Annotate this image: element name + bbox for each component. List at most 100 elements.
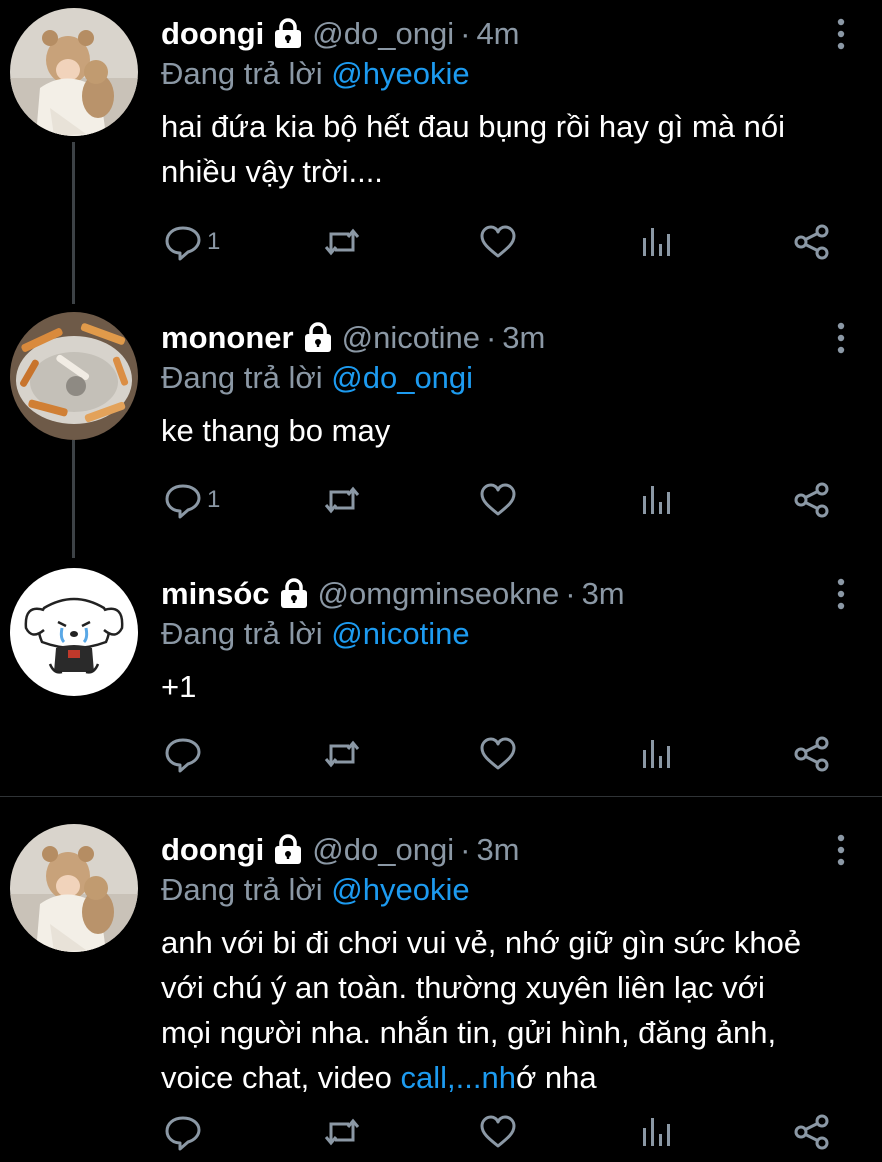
user-handle[interactable]: @do_ongi — [312, 832, 454, 868]
reply-button[interactable] — [163, 1112, 203, 1152]
tweet-text: +1 — [161, 669, 197, 704]
tweet[interactable]: mononer @nicotine · 3m Đang trả lời @do_… — [0, 304, 882, 554]
replying-to-label: Đang trả lời — [161, 872, 323, 907]
heart-icon — [480, 225, 516, 258]
analytics-button[interactable] — [636, 1112, 676, 1152]
like-button[interactable] — [478, 480, 518, 520]
tweet-divider — [0, 796, 882, 797]
user-handle[interactable]: @nicotine — [342, 320, 480, 356]
avatar[interactable] — [10, 312, 138, 440]
action-bar — [0, 734, 882, 774]
more-options-button[interactable] — [826, 318, 856, 358]
tweet-header: minsóc @omgminseokne · 3m — [161, 574, 625, 614]
analytics-button[interactable] — [636, 222, 676, 262]
tweet[interactable]: doongi @do_ongi · 3m Đang trả lời @hyeok… — [0, 816, 882, 1162]
avatar-bear-hat-photo — [10, 824, 138, 952]
retweet-icon — [324, 1118, 360, 1146]
share-icon — [794, 482, 829, 518]
user-handle[interactable]: @omgminseokne — [318, 576, 560, 612]
like-button[interactable] — [478, 734, 518, 774]
avatar-bear-hat-photo — [10, 8, 138, 136]
user-handle[interactable]: @do_ongi — [312, 16, 454, 52]
tweet[interactable]: minsóc @omgminseokne · 3m Đang trả lời @… — [0, 560, 882, 794]
mention-link[interactable]: @do_ongi — [331, 360, 473, 395]
mention-link[interactable]: @hyeokie — [331, 56, 469, 91]
share-button[interactable] — [792, 1112, 832, 1152]
reply-icon — [165, 738, 201, 773]
more-options-button[interactable] — [826, 574, 856, 614]
analytics-button[interactable] — [636, 734, 676, 774]
separator-dot: · — [460, 16, 471, 51]
reply-icon — [165, 484, 201, 519]
analytics-icon — [643, 1118, 670, 1146]
analytics-icon — [643, 486, 670, 514]
more-options-button[interactable] — [826, 830, 856, 870]
retweet-icon — [324, 486, 360, 514]
timestamp[interactable]: 3m — [502, 320, 545, 356]
more-vertical-icon — [837, 18, 845, 50]
replying-to: Đang trả lời @do_ongi — [161, 360, 473, 396]
reply-button[interactable]: 1 — [163, 222, 220, 262]
action-bar: 1 — [0, 222, 882, 262]
share-button[interactable] — [792, 734, 832, 774]
tweet-text: anh với bi đi chơi vui vẻ, nhớ giữ gìn s… — [161, 920, 821, 1100]
more-vertical-icon — [837, 834, 845, 866]
avatar-ashtray-photo — [10, 312, 138, 440]
avatar[interactable] — [10, 568, 138, 696]
separator-dot: · — [485, 320, 497, 355]
like-button[interactable] — [478, 1112, 518, 1152]
timestamp[interactable]: 3m — [476, 832, 519, 868]
action-bar: 1 — [0, 480, 882, 520]
display-name[interactable]: minsóc — [161, 576, 270, 612]
share-icon — [794, 224, 829, 260]
share-button[interactable] — [792, 222, 832, 262]
reply-icon — [165, 226, 201, 261]
analytics-icon — [643, 228, 670, 256]
timestamp[interactable]: 3m — [582, 576, 625, 612]
reply-count: 1 — [207, 486, 221, 513]
avatar[interactable] — [10, 8, 138, 136]
lock-icon — [272, 834, 304, 866]
timestamp[interactable]: 4m — [476, 16, 519, 52]
reply-button[interactable]: 1 — [163, 480, 220, 520]
retweet-button[interactable] — [322, 222, 362, 262]
replying-to: Đang trả lời @hyeokie — [161, 56, 470, 92]
lock-icon — [302, 322, 334, 354]
reply-icon — [165, 1116, 201, 1151]
heart-icon — [480, 737, 516, 770]
tweet-link[interactable]: call,...nh — [401, 1060, 516, 1095]
tweet-header: doongi @do_ongi · 3m — [161, 830, 520, 870]
avatar[interactable] — [10, 824, 138, 952]
replying-to-label: Đang trả lời — [161, 616, 323, 651]
mention-link[interactable]: @nicotine — [331, 616, 469, 651]
tweet-text: ke thang bo may — [161, 413, 391, 448]
reply-count: 1 — [207, 228, 221, 255]
tweet[interactable]: doongi @do_ongi · 4m Đang trả lời @hyeok… — [0, 0, 882, 290]
like-button[interactable] — [478, 222, 518, 262]
more-options-button[interactable] — [826, 14, 856, 54]
lock-icon — [278, 578, 310, 610]
display-name[interactable]: mononer — [161, 320, 294, 356]
separator-dot: · — [565, 576, 576, 611]
retweet-button[interactable] — [322, 734, 362, 774]
reply-button[interactable] — [163, 734, 203, 774]
avatar-crying-puppy-drawing — [10, 568, 138, 696]
replying-to: Đang trả lời @hyeokie — [161, 872, 470, 908]
mention-link[interactable]: @hyeokie — [331, 872, 469, 907]
tweet-header: doongi @do_ongi · 4m — [161, 14, 520, 54]
retweet-icon — [324, 228, 360, 256]
retweet-button[interactable] — [322, 480, 362, 520]
share-button[interactable] — [792, 480, 832, 520]
heart-icon — [480, 483, 516, 516]
analytics-button[interactable] — [636, 480, 676, 520]
more-vertical-icon — [837, 322, 845, 354]
lock-icon — [272, 18, 304, 50]
share-icon — [794, 1114, 829, 1150]
heart-icon — [480, 1115, 516, 1148]
display-name[interactable]: doongi — [161, 832, 264, 868]
replying-to: Đang trả lời @nicotine — [161, 616, 470, 652]
retweet-button[interactable] — [322, 1112, 362, 1152]
action-bar — [0, 1112, 882, 1152]
display-name[interactable]: doongi — [161, 16, 264, 52]
retweet-icon — [324, 740, 360, 768]
